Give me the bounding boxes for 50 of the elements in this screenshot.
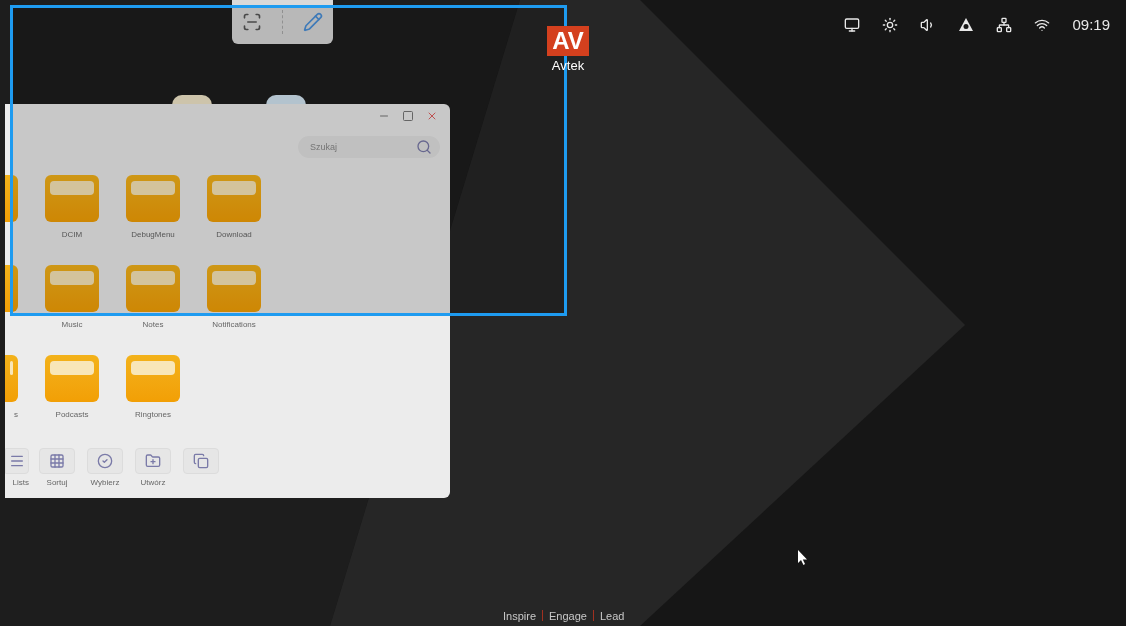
screen-share-icon[interactable] bbox=[844, 17, 861, 34]
folder-label: Podcasts bbox=[55, 410, 89, 420]
mouse-cursor-icon bbox=[798, 550, 808, 565]
toolbar-button[interactable] bbox=[5, 448, 29, 474]
folder-label: Notifications bbox=[212, 320, 256, 330]
folder-label: Ringtones bbox=[135, 410, 171, 420]
list-icon bbox=[9, 453, 25, 469]
search-field[interactable]: Szukaj bbox=[298, 136, 440, 158]
folder-plus-icon bbox=[145, 453, 161, 469]
folder-icon[interactable] bbox=[5, 355, 18, 402]
tagline-word: Lead bbox=[599, 608, 625, 624]
screenshot-icon[interactable] bbox=[242, 12, 262, 32]
folder-icon[interactable] bbox=[126, 175, 180, 222]
toolbar-button[interactable] bbox=[39, 448, 75, 474]
grid-icon bbox=[49, 453, 65, 469]
folder-icon[interactable] bbox=[126, 265, 180, 312]
folder-label: s bbox=[14, 410, 18, 420]
brightness-icon[interactable] bbox=[882, 17, 899, 34]
check-circle-icon bbox=[97, 453, 113, 469]
folder-icon[interactable] bbox=[45, 175, 99, 222]
toolbar-label: Lists bbox=[12, 478, 29, 488]
folder-icon[interactable] bbox=[5, 265, 18, 312]
folder-icon[interactable] bbox=[5, 175, 18, 222]
maximize-icon[interactable] bbox=[402, 110, 414, 122]
search-icon[interactable] bbox=[416, 139, 432, 155]
folder-label: Notes bbox=[142, 320, 164, 330]
logo[interactable]: AV bbox=[547, 26, 589, 56]
clock-time: 09:19 bbox=[1072, 15, 1110, 35]
toolbar-button[interactable] bbox=[135, 448, 171, 474]
toolbar-label: Sortuj bbox=[46, 478, 68, 488]
toolbar-button[interactable] bbox=[87, 448, 123, 474]
folder-icon[interactable] bbox=[126, 355, 180, 402]
folder-icon[interactable] bbox=[207, 175, 261, 222]
toolbar-label: Wybierz bbox=[90, 478, 120, 488]
tagline-word: Engage bbox=[549, 608, 587, 624]
folder-icon[interactable] bbox=[45, 265, 99, 312]
folder-label: DCIM bbox=[61, 230, 83, 240]
folder-label: Music bbox=[61, 320, 83, 330]
tagline-word: Inspire bbox=[503, 608, 537, 624]
toolbar-label: Utwórz bbox=[140, 478, 166, 488]
close-icon[interactable] bbox=[426, 110, 438, 122]
wifi-icon[interactable] bbox=[1034, 17, 1051, 34]
folder-icon[interactable] bbox=[45, 355, 99, 402]
pen-icon[interactable] bbox=[303, 12, 323, 32]
folder-label: Download bbox=[216, 230, 252, 240]
folder-label: DebugMenu bbox=[131, 230, 175, 240]
toolbar-button[interactable] bbox=[183, 448, 219, 474]
network-icon[interactable] bbox=[996, 17, 1013, 34]
folder-icon[interactable] bbox=[207, 265, 261, 312]
copy-icon bbox=[193, 453, 209, 469]
